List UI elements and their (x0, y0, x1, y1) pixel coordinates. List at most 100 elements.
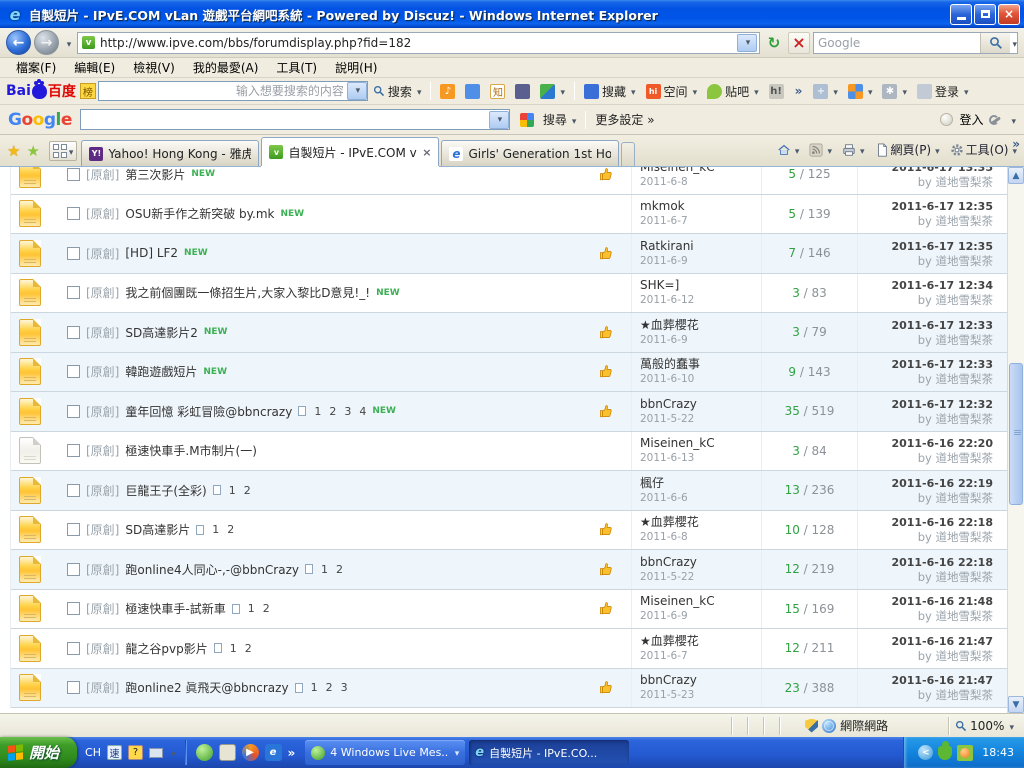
back-button[interactable]: ← (6, 30, 31, 55)
messenger-tray-icon[interactable] (938, 746, 952, 760)
thread-title-link[interactable]: 極速快車手.M市制片(一) (125, 442, 257, 459)
lastpost-author[interactable]: by 道地雪梨茶 (858, 214, 993, 228)
tab-bar-overflow-chevron[interactable]: » (1012, 137, 1020, 151)
baidu-zhidao-button[interactable]: 知 (485, 82, 510, 101)
lastpost-author[interactable]: by 道地雪梨茶 (858, 451, 993, 465)
page-link[interactable]: 1 (229, 484, 236, 497)
thread-title-link[interactable]: 龍之谷pvp影片 (125, 640, 207, 657)
scroll-up-button[interactable]: ▲ (1008, 167, 1024, 184)
thread-title-link[interactable]: SD高達影片 (125, 521, 190, 538)
task-group-dropdown[interactable] (453, 746, 460, 759)
lastpost-author[interactable]: by 道地雪梨茶 (858, 372, 993, 386)
thread-title-link[interactable]: 童年回憶 彩虹冒險@bbncrazy (125, 403, 292, 420)
thread-author[interactable]: Ratkirani (640, 239, 761, 254)
google-signin-button[interactable]: 登入 (959, 111, 983, 128)
show-desktop-icon[interactable] (219, 744, 236, 761)
thread-author[interactable]: SHK=] (640, 278, 761, 293)
page-menu-button[interactable]: 網頁(P) (872, 139, 943, 160)
search-input[interactable] (814, 36, 980, 50)
page-link[interactable]: 4 (359, 405, 366, 418)
thread-author[interactable]: ★血葬櫻花 (640, 634, 761, 649)
baidu-map-button[interactable] (535, 82, 570, 101)
thread-title-link[interactable]: 韓跑遊戲短片 (125, 363, 197, 380)
thread-title-link[interactable]: 跑online2 眞飛天@bbncrazy (125, 679, 288, 696)
language-options-dropdown[interactable] (169, 746, 176, 760)
new-tab-stub[interactable] (621, 142, 635, 166)
thread-checkbox[interactable] (67, 681, 80, 694)
tray-collapse-button[interactable]: < (918, 745, 933, 760)
baidu-hao123-button[interactable]: h! (764, 82, 789, 101)
baidu-search-button[interactable]: 搜索 (368, 81, 427, 102)
thread-author[interactable]: Miseinen_kC (640, 167, 761, 175)
menu-help[interactable]: 說明(H) (327, 58, 385, 77)
lastpost-author[interactable]: by 道地雪梨茶 (858, 609, 993, 623)
lastpost-time[interactable]: 2011-6-17 12:35 (858, 199, 993, 214)
menu-favorites[interactable]: 我的最愛(A) (185, 58, 267, 77)
thread-title-link[interactable]: 第三次影片 (125, 167, 185, 183)
page-link[interactable]: 3 (344, 405, 351, 418)
thread-author[interactable]: mkmok (640, 199, 761, 214)
stop-button[interactable]: × (788, 32, 810, 54)
tab-yahoo[interactable]: Y! Yahoo! Hong Kong - 雅虎香... (81, 140, 259, 166)
home-button[interactable] (774, 141, 803, 159)
page-link[interactable]: 2 (326, 681, 333, 694)
thread-title-link[interactable]: [HD] LF2 (125, 246, 178, 260)
page-link[interactable]: 3 (341, 681, 348, 694)
search-options-dropdown[interactable] (1010, 36, 1017, 50)
quick-tabs-button[interactable] (49, 141, 78, 161)
thread-checkbox[interactable] (67, 484, 80, 497)
page-link[interactable]: 1 (311, 681, 318, 694)
thread-title-link[interactable]: SD高達影片2 (125, 324, 198, 341)
thread-author[interactable]: bbnCrazy (640, 397, 761, 412)
restore-button[interactable] (974, 4, 996, 25)
baidu-video-button[interactable] (510, 82, 535, 101)
search-button[interactable] (980, 33, 1010, 53)
thread-title-link[interactable]: 我之前個團既一條招生片,大家入黎比D意見!_! (125, 284, 370, 301)
toolbar-search-box[interactable] (813, 32, 1018, 54)
quicklaunch-overflow-chevron[interactable]: » (288, 746, 296, 760)
thread-title-link[interactable]: 巨龍王子(全彩) (125, 482, 206, 499)
baidu-favorites-button[interactable]: 搜藏 (579, 81, 641, 102)
page-link[interactable]: 2 (245, 642, 252, 655)
ie-quicklaunch-icon[interactable]: e (265, 744, 282, 761)
thread-checkbox[interactable] (67, 602, 80, 615)
thread-author[interactable]: bbnCrazy (640, 555, 761, 570)
baidu-settings-button[interactable]: ✱ (877, 82, 912, 101)
keyboard-icon[interactable] (149, 748, 163, 758)
google-search-box[interactable] (80, 109, 510, 130)
page-link[interactable]: 1 (314, 405, 321, 418)
lastpost-author[interactable]: by 道地雪梨茶 (858, 570, 993, 584)
thread-title-link[interactable]: 極速快車手-試新車 (125, 600, 225, 617)
menu-edit[interactable]: 編輯(E) (66, 58, 123, 77)
close-button[interactable]: × (998, 4, 1020, 25)
baidu-tieba-button[interactable]: 贴吧 (702, 81, 764, 102)
google-options-dropdown[interactable] (1009, 113, 1016, 127)
task-windows-live-messenger[interactable]: 4 Windows Live Mes... (305, 740, 465, 765)
thread-checkbox[interactable] (67, 563, 80, 576)
page-link[interactable]: 2 (244, 484, 251, 497)
google-more-settings-button[interactable]: 更多設定 » (590, 109, 659, 130)
lastpost-author[interactable]: by 道地雪梨茶 (858, 491, 993, 505)
wrench-icon[interactable] (989, 113, 1003, 127)
lastpost-author[interactable]: by 道地雪梨茶 (858, 649, 993, 663)
thread-checkbox[interactable] (67, 444, 80, 457)
page-link[interactable]: 2 (329, 405, 336, 418)
baidu-image-button[interactable] (460, 82, 485, 101)
pet-tray-icon[interactable] (957, 745, 973, 761)
address-dropdown-button[interactable] (737, 34, 757, 52)
vertical-scrollbar[interactable]: ▲ ▼ (1007, 167, 1024, 713)
google-search-button[interactable]: 搜尋 (538, 109, 582, 130)
baidu-badge-icon[interactable]: 榜 (80, 83, 96, 99)
google-search-dropdown[interactable] (489, 111, 509, 129)
scrollbar-thumb[interactable] (1009, 363, 1023, 505)
thread-checkbox[interactable] (67, 326, 80, 339)
baidu-add-button[interactable]: + (808, 82, 843, 101)
page-link[interactable]: 2 (263, 602, 270, 615)
thread-checkbox[interactable] (67, 207, 80, 220)
tab-girls-generation[interactable]: e Girls' Generation 1st Hong Ko... (441, 140, 619, 166)
lastpost-author[interactable]: by 道地雪梨茶 (858, 530, 993, 544)
menu-file[interactable]: 檔案(F) (8, 58, 64, 77)
page-link[interactable]: 1 (321, 563, 328, 576)
lastpost-time[interactable]: 2011-6-17 12:33 (858, 357, 993, 372)
lastpost-time[interactable]: 2011-6-16 22:18 (858, 555, 993, 570)
